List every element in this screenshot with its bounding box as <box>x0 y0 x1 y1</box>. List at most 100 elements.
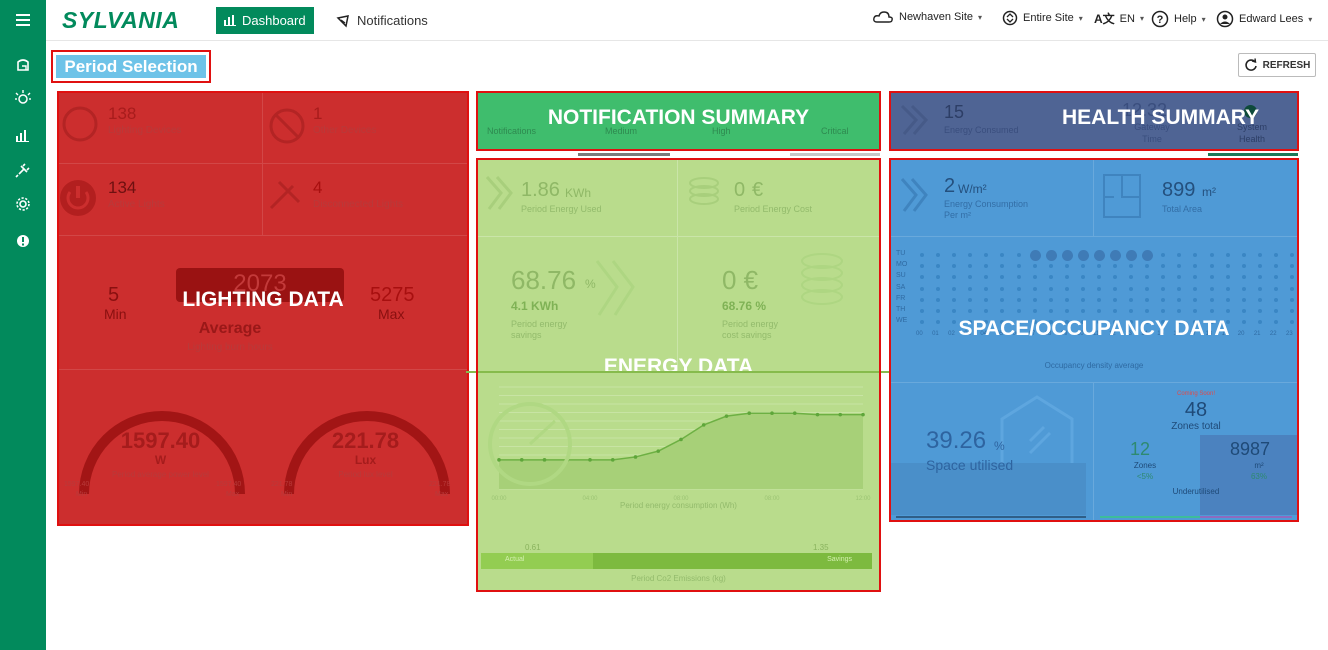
heatmap-cell <box>1273 253 1278 257</box>
lighting-devices-tile: 138 Lighting Devices <box>58 92 263 164</box>
period-selection[interactable]: Period Selection <box>51 50 211 83</box>
energy-savings-kwh: 4.1 KWh <box>511 299 559 313</box>
notif-critical-bar <box>790 153 880 156</box>
chevron-down-icon: ▾ <box>1308 14 1313 24</box>
zones-tile: Coming Soon! 48 Zones total 12 Zones <5%… <box>1094 383 1298 521</box>
active-lights-value: 134 <box>108 178 137 197</box>
top-bar: SYLVANIA Dashboard Notifications Newhave… <box>46 0 1328 41</box>
heatmap-cell <box>1016 253 1021 257</box>
heatmap-day-label: TH <box>896 306 906 313</box>
heatmap-cell <box>1145 275 1150 280</box>
refresh-button-label: REFRESH <box>1262 59 1311 71</box>
health-summary-panel[interactable]: 15 Energy Consumed 12.32 Gateway Time Sy… <box>890 92 1298 150</box>
co2-caption: Period Co2 Emissions (kg) <box>631 574 726 583</box>
scope-selector[interactable]: Entire Site ▾ <box>1002 10 1083 26</box>
underutilised-caption: Underutilised <box>1172 487 1220 496</box>
heatmap-cell <box>1209 253 1214 257</box>
zones-pct: <5% <box>1136 472 1154 481</box>
heatmap-cell <box>1096 264 1101 269</box>
analytics-icon[interactable] <box>0 124 46 148</box>
chevron-down-icon: ▾ <box>1201 14 1206 24</box>
hamburger-menu-icon[interactable] <box>0 8 46 32</box>
user-menu-label: Edward Lees <box>1239 13 1304 25</box>
heatmap-cell <box>1064 297 1069 302</box>
average-label: Average <box>198 320 262 337</box>
zones-total-value: 48 <box>1184 399 1208 421</box>
heatmap-cell <box>1273 286 1278 291</box>
heatmap-cell <box>1077 250 1089 261</box>
notif-medium-bar <box>578 153 670 156</box>
other-devices-value: 1 <box>313 104 323 123</box>
heatmap-cell <box>1080 264 1085 269</box>
heatmap-cell <box>920 297 924 302</box>
heatmap-cell <box>1177 275 1182 280</box>
plug-icon[interactable] <box>0 158 46 182</box>
lux-gauge-tile: 221.78 Lux Period lux level 221.78 Min 2… <box>263 370 468 525</box>
heatmap-cell <box>1161 297 1166 302</box>
heatmap-cell <box>1145 286 1150 291</box>
energy-chart-caption: Period energy consumption (Wh) <box>620 501 737 510</box>
heatmap-cell <box>1241 264 1246 269</box>
lighting-icon[interactable] <box>0 86 46 110</box>
heatmap-cell <box>1241 286 1246 291</box>
co2-savings-value: 1.35 <box>813 543 829 552</box>
space-utilised-value: 39.26 <box>926 427 987 454</box>
active-lights-tile: 134 Active Lights <box>58 164 263 236</box>
alert-icon[interactable] <box>0 229 46 253</box>
underutilised-area-value: 8987 <box>1230 439 1271 459</box>
notification-summary-panel[interactable]: Notifications Medium High Critical NOTIF… <box>477 92 880 150</box>
heatmap-cell <box>952 309 957 313</box>
settings-icon[interactable] <box>0 192 46 216</box>
energy-used-unit: KWh <box>565 186 592 200</box>
refresh-button[interactable]: REFRESH <box>1238 53 1316 77</box>
heatmap-cell <box>1000 286 1005 291</box>
energy-savings-label: Period energy <box>511 319 568 329</box>
heatmap-cell <box>1048 275 1053 280</box>
heatmap-cell <box>1193 275 1198 280</box>
chevron-down-icon: ▾ <box>1139 14 1144 23</box>
chart-point <box>701 423 706 427</box>
energy-data-overlay-label: ENERGY DATA <box>603 355 754 378</box>
heatmap-cell <box>1225 297 1230 302</box>
help-menu[interactable]: ? Help ▾ <box>1151 10 1206 28</box>
cost-savings-label: Period energy <box>722 319 779 329</box>
heatmap-cell <box>1048 297 1053 302</box>
heatmap-cell <box>984 275 989 280</box>
underutilised-progress-line <box>1200 516 1292 518</box>
heatmap-cell <box>952 253 957 257</box>
notifications-tab[interactable]: Notifications <box>328 7 436 34</box>
heatmap-cell <box>936 286 941 291</box>
dashboard-tab[interactable]: Dashboard <box>216 7 314 34</box>
heatmap-cell <box>1064 264 1069 269</box>
heatmap-cell <box>1161 309 1166 313</box>
heatmap-cell <box>1016 264 1021 269</box>
chart-point <box>679 437 683 442</box>
heatmap-cell <box>1225 286 1230 291</box>
chart-point <box>861 412 865 417</box>
energy-used-label: Period Energy Used <box>521 204 602 214</box>
heatmap-cell <box>1225 309 1230 313</box>
co2-actual-value: 0.61 <box>525 543 541 552</box>
heatmap-cell <box>1048 309 1053 313</box>
notification-icon <box>336 14 349 28</box>
refresh-icon <box>1244 58 1257 71</box>
heatmap-cell <box>1257 297 1262 302</box>
heatmap-cell <box>1177 297 1182 302</box>
power-min-label: Min <box>76 491 88 498</box>
dashboard-icon <box>224 15 236 26</box>
heatmap-cell <box>1080 309 1085 313</box>
energy-cost-label: Period Energy Cost <box>734 204 813 214</box>
site-icon[interactable] <box>0 53 46 77</box>
heatmap-cell <box>1290 297 1294 302</box>
language-selector[interactable]: A文 EN ▾ <box>1094 10 1144 27</box>
heatmap-cell <box>1273 275 1278 280</box>
language-selector-label: EN <box>1119 12 1135 25</box>
heatmap-cell <box>936 264 941 269</box>
heatmap-cell <box>1241 275 1246 280</box>
site-selector[interactable]: Newhaven Site ▾ <box>872 10 982 24</box>
user-menu[interactable]: Edward Lees ▾ <box>1216 10 1312 28</box>
power-caption: Period average power level <box>112 470 209 479</box>
heatmap-cell <box>1080 286 1085 291</box>
heatmap-cell <box>1129 309 1134 313</box>
disconnected-lights-value: 4 <box>313 178 323 197</box>
